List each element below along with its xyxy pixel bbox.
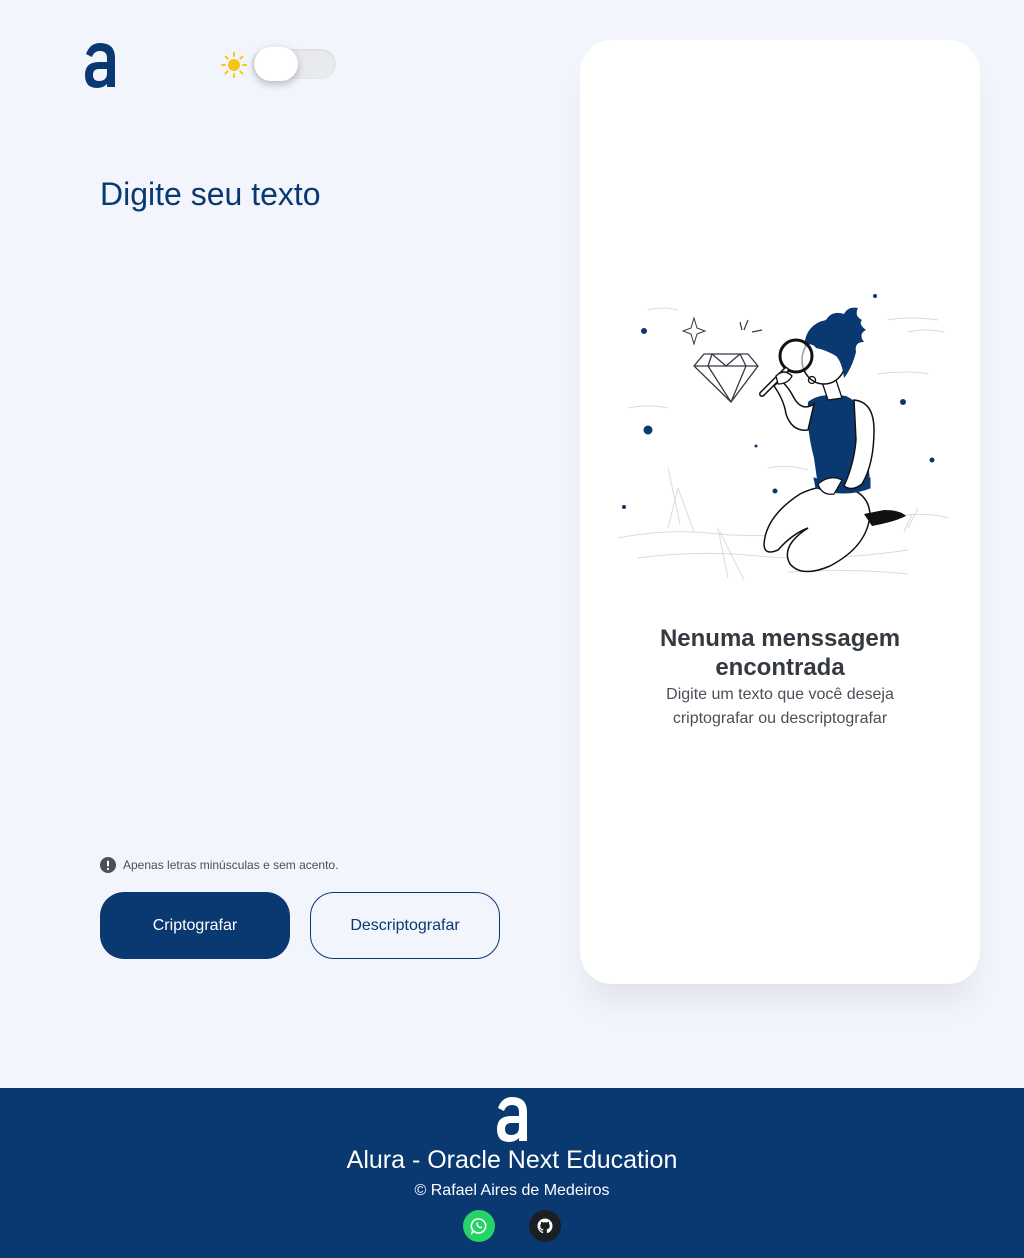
alura-logo — [497, 1097, 527, 1142]
exclamation-icon — [100, 857, 116, 873]
input-hint: Apenas letras minúsculas e sem acento. — [100, 856, 338, 874]
footer: Alura - Oracle Next Education © Rafael A… — [0, 1088, 1024, 1258]
sun-icon — [221, 52, 247, 78]
toggle-knob[interactable] — [254, 47, 298, 81]
person-with-magnifier-illustration — [617, 294, 949, 581]
footer-credit: © Rafael Aires de Medeiros — [414, 1182, 610, 1199]
empty-state-description: Digite um texto que você deseja criptogr… — [666, 686, 894, 727]
footer-title: Alura - Oracle Next Education — [346, 1146, 678, 1174]
whatsapp-icon — [470, 1218, 487, 1235]
theme-toggle[interactable] — [220, 47, 340, 82]
empty-state-title: Nenuma menssagem encontrada — [659, 625, 901, 681]
output-panel: Nenuma menssagem encontrada Digite um te… — [580, 40, 980, 984]
encrypt-button[interactable]: Criptografar — [100, 892, 290, 959]
alura-logo[interactable] — [82, 40, 118, 90]
github-icon — [537, 1218, 553, 1234]
decrypt-button[interactable]: Descriptografar — [310, 892, 500, 959]
text-input[interactable] — [100, 176, 520, 816]
hint-text: Apenas letras minúsculas e sem acento. — [123, 858, 339, 872]
whatsapp-link[interactable] — [463, 1210, 495, 1242]
github-link[interactable] — [529, 1210, 561, 1242]
